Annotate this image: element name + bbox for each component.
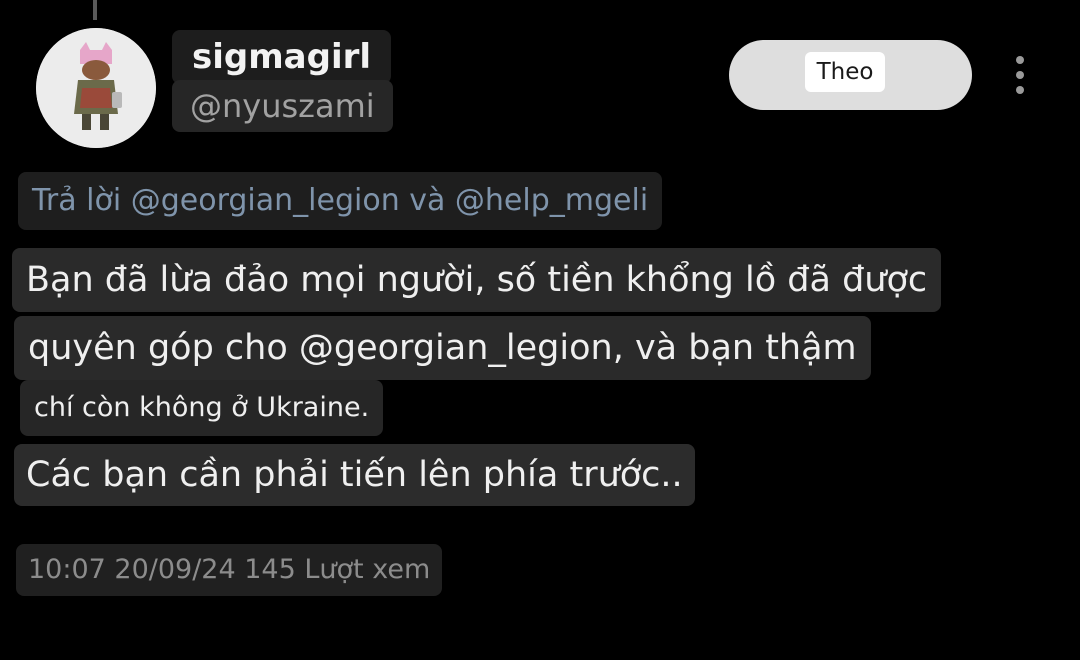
display-name[interactable]: sigmagirl [172, 30, 392, 84]
avatar-icon [36, 28, 156, 148]
more-vertical-icon[interactable] [1008, 54, 1032, 96]
tweet-view: sigmagirl @nyuszami Theo Trả lời @georgi… [0, 0, 1080, 660]
post-text-line: chí còn không ở Ukraine. [20, 380, 384, 436]
follow-button-label: Theo [805, 52, 885, 92]
follow-button[interactable]: Theo [729, 40, 972, 110]
post-text-line: quyên góp cho @georgian_legion, và bạn t… [14, 316, 871, 380]
post-text-line: Bạn đã lừa đảo mọi người, số tiền khổng … [12, 248, 942, 312]
profile-avatar[interactable] [36, 28, 156, 148]
post-timestamp-views[interactable]: 10:07 20/09/24 145 Lượt xem [16, 544, 443, 596]
reply-to-label[interactable]: Trả lời @georgian_legion và @help_mgeli [18, 172, 663, 230]
user-handle[interactable]: @nyuszami [172, 80, 393, 132]
post-text-line: Các bạn cần phải tiến lên phía trước.. [14, 444, 695, 506]
thread-connector-line [93, 0, 97, 20]
